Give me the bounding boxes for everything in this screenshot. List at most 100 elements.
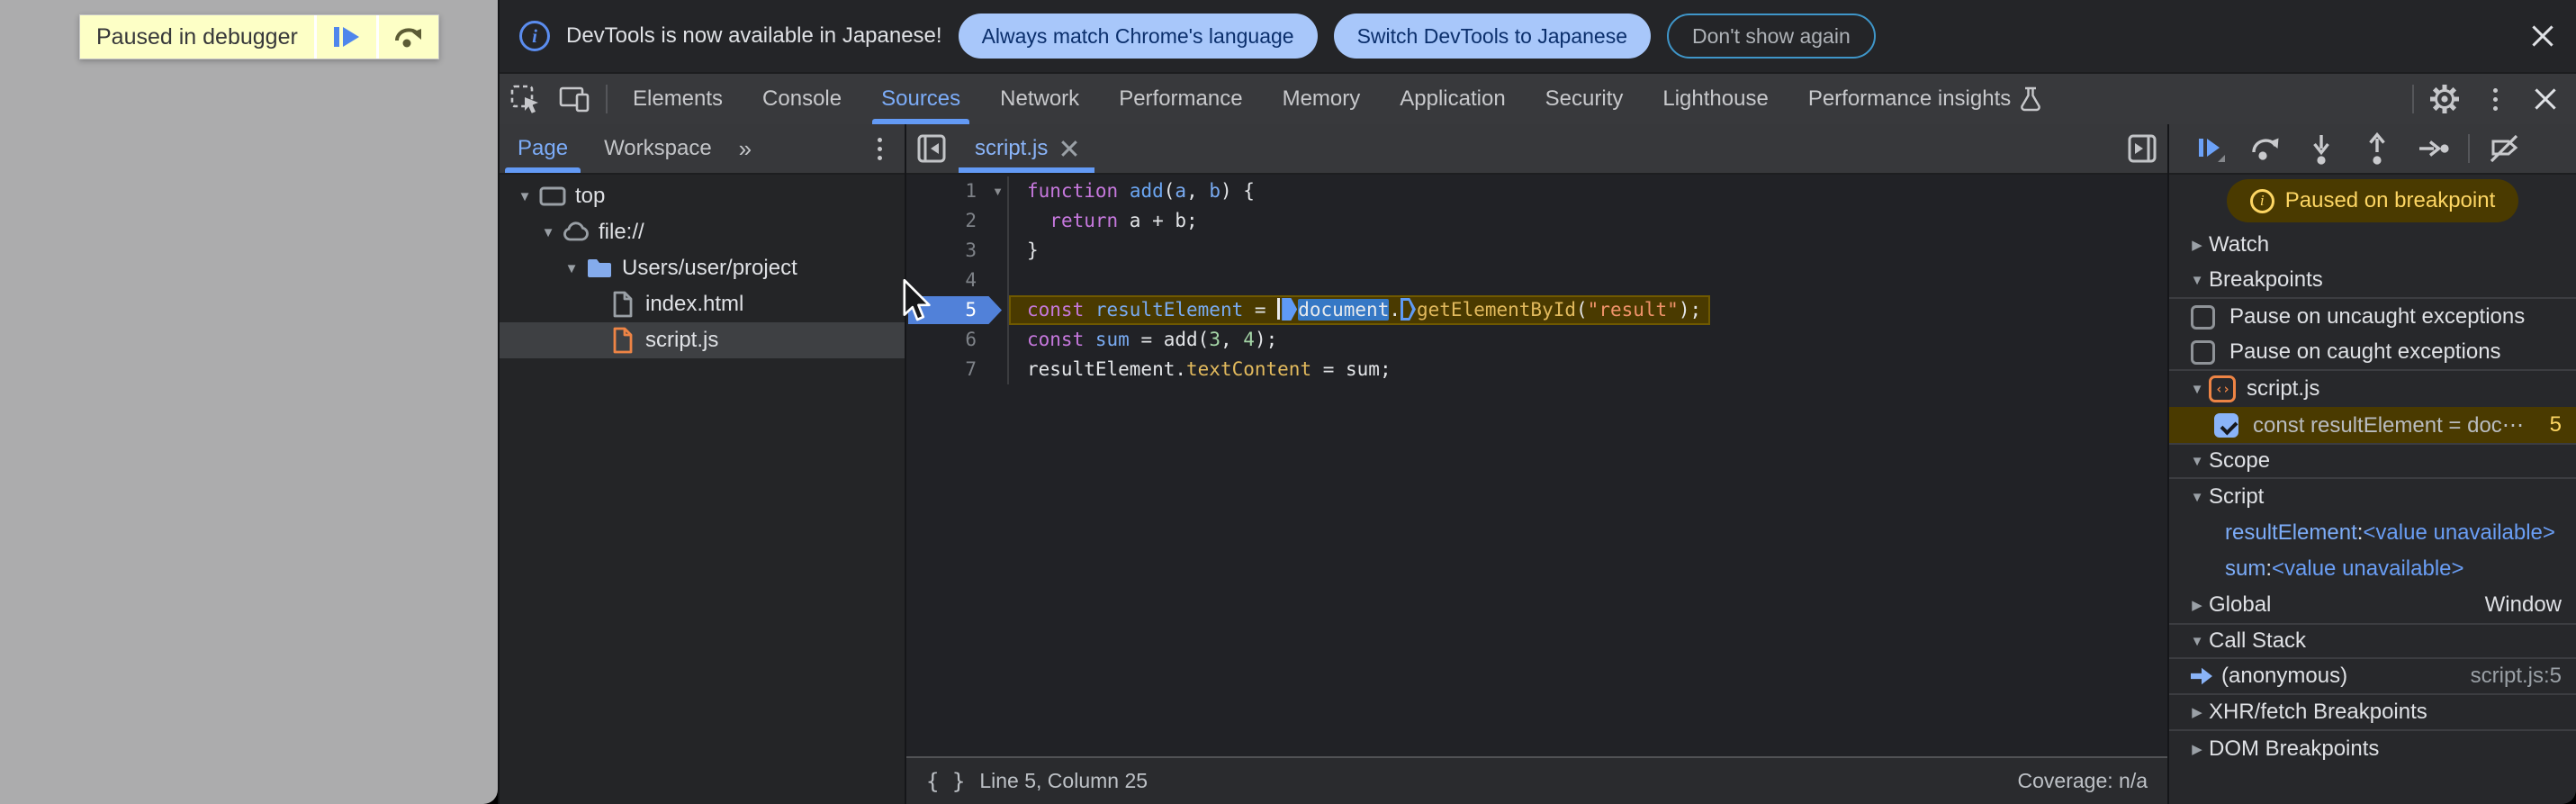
code-line-6: 6 const sum = add(3, 4); <box>906 325 2167 355</box>
code-line-4: 4 <box>906 266 2167 295</box>
pretty-print-icon[interactable]: { } <box>926 769 965 794</box>
gutter-line-4[interactable]: 4 <box>906 266 1009 295</box>
tree-item-top[interactable]: ▼ top <box>500 178 905 214</box>
gutter-line-1[interactable]: 1 ▼ <box>906 176 1009 206</box>
tab-network[interactable]: Network <box>980 74 1099 124</box>
tree-item-label: top <box>575 184 606 208</box>
group-script-js[interactable]: ▼ ‹› script.js <box>2169 371 2576 407</box>
collapse-arrow-icon[interactable]: ▼ <box>2185 454 2209 469</box>
scopevar-resultelement[interactable]: resultElement: <value unavailable> <box>2169 515 2576 551</box>
expand-arrow-icon[interactable]: ▼ <box>536 225 561 240</box>
section-call-stack[interactable]: ▼ Call Stack <box>2169 623 2576 659</box>
toggle-navigator-button[interactable] <box>906 124 957 173</box>
more-options-button[interactable] <box>2470 74 2520 124</box>
checkbox-pause-on-uncaught-exceptions[interactable]: Pause on uncaught exceptions <box>2169 299 2576 335</box>
step-into-button[interactable] <box>2295 124 2347 173</box>
editor-tab-label: script.js <box>975 136 1049 160</box>
expand-arrow-icon[interactable]: ▶ <box>2185 704 2209 720</box>
step-over-button[interactable] <box>2239 124 2292 173</box>
collapse-arrow-icon[interactable]: ▼ <box>2185 382 2209 397</box>
editor-tab-scriptjs[interactable]: script.js <box>957 124 1096 173</box>
line-number: 7 <box>965 358 977 380</box>
resume-script-button[interactable] <box>316 15 376 59</box>
tab-security[interactable]: Security <box>1526 74 1644 124</box>
collapse-arrow-icon[interactable]: ▼ <box>2185 273 2209 288</box>
navigator-more-options-button[interactable] <box>854 124 905 173</box>
tab-label: Performance <box>1119 86 1243 111</box>
tree-item-script-js[interactable]: script.js <box>500 322 905 358</box>
breakpoint-checkbox[interactable] <box>2214 412 2238 438</box>
gutter-line-7[interactable]: 7 <box>906 355 1009 384</box>
always-match-language-button[interactable]: Always match Chrome's language <box>958 14 1318 59</box>
script-file-icon: ‹› <box>2209 375 2236 402</box>
gutter-line-5[interactable]: 5 <box>906 295 1009 325</box>
editor-strip-spacer <box>1096 124 2117 173</box>
resume-button[interactable] <box>2184 124 2236 173</box>
tab-console[interactable]: Console <box>743 74 861 124</box>
tab-label: Sources <box>881 86 961 111</box>
code-fold-arrow-icon[interactable]: ▼ <box>992 176 1004 206</box>
expand-arrow-icon[interactable]: ▶ <box>2185 237 2209 253</box>
expand-arrow-icon[interactable]: ▼ <box>512 189 537 204</box>
tab-application[interactable]: Application <box>1380 74 1525 124</box>
section-scope[interactable]: ▼ Scope <box>2169 443 2576 479</box>
scopevar-sum[interactable]: sum: <value unavailable> <box>2169 551 2576 587</box>
expand-arrow-icon[interactable]: ▶ <box>2185 597 2209 613</box>
gutter-line-2[interactable]: 2 <box>906 206 1009 236</box>
collapse-arrow-icon[interactable]: ▼ <box>2185 490 2209 505</box>
inline-breakpoint-marker-hollow[interactable] <box>1401 298 1416 321</box>
more-tabs-chevron-icon[interactable]: » <box>730 124 757 173</box>
navigator-tab-page[interactable]: Page <box>500 124 586 173</box>
checkbox-pause-on-caught-exceptions[interactable]: Pause on caught exceptions <box>2169 335 2576 371</box>
gutter-line-3[interactable]: 3 <box>906 236 1009 266</box>
close-devtools-button[interactable] <box>2520 74 2571 124</box>
code-line-1: 1 ▼ function add(a, b) { <box>906 176 2167 206</box>
step-over-banner-button[interactable] <box>378 15 438 59</box>
code-line-7: 7 resultElement.textContent = sum; <box>906 355 2167 384</box>
expand-arrow-icon[interactable]: ▼ <box>559 261 584 276</box>
expand-arrow-icon[interactable]: ▶ <box>2185 741 2209 757</box>
tab-elements[interactable]: Elements <box>613 74 743 124</box>
tab-memory[interactable]: Memory <box>1263 74 1381 124</box>
infobar-close-icon[interactable] <box>2529 23 2556 50</box>
checkbox-pause-on-caught-exceptions[interactable] <box>2191 339 2215 365</box>
tab-lighthouse[interactable]: Lighthouse <box>1643 74 1788 124</box>
toggle-debugger-sidebar-button[interactable] <box>2117 124 2167 173</box>
collapse-arrow-icon[interactable]: ▼ <box>2185 634 2209 649</box>
close-devtools-icon <box>2532 86 2559 113</box>
tree-item-users-user-project[interactable]: ▼ Users/user/project <box>500 250 905 286</box>
settings-button[interactable] <box>2419 74 2470 124</box>
checkbox-pause-on-uncaught-exceptions[interactable] <box>2191 304 2215 330</box>
code-line-text: const sum = add(3, 4); <box>1027 329 1278 350</box>
frame-location: script.js:5 <box>2470 664 2562 688</box>
deactivate-breakpoints-button[interactable] <box>2479 124 2531 173</box>
section-watch[interactable]: ▶ Watch <box>2169 227 2576 263</box>
step-button[interactable] <box>2407 124 2459 173</box>
step-out-button[interactable] <box>2351 124 2403 173</box>
gutter-line-6[interactable]: 6 <box>906 325 1009 355</box>
navigator-tabs: Page Workspace <box>500 124 730 173</box>
tree-item-file[interactable]: ▼ file:// <box>500 214 905 250</box>
frame-anonymous[interactable]: (anonymous) script.js:5 <box>2169 659 2576 695</box>
dont-show-again-button[interactable]: Don't show again <box>1667 14 1876 59</box>
section-breakpoints[interactable]: ▼ Breakpoints <box>2169 263 2576 299</box>
editor-tab-close-icon[interactable] <box>1060 140 1078 158</box>
navigator-tab-workspace[interactable]: Workspace <box>586 124 730 173</box>
tab-sources[interactable]: Sources <box>861 74 980 124</box>
code-editor[interactable]: 1 ▼ function add(a, b) {2 return a + b; 3} 4… <box>906 175 2167 756</box>
switch-to-japanese-button[interactable]: Switch DevTools to Japanese <box>1333 14 1652 59</box>
tree-item-index-html[interactable]: index.html <box>500 286 905 322</box>
section-dom-breakpoints[interactable]: ▶ DOM Breakpoints <box>2169 731 2576 767</box>
device-toolbar-button[interactable] <box>550 74 600 124</box>
tab-performance-insights[interactable]: Performance insights <box>1788 74 2061 124</box>
kv-global[interactable]: ▶ Global Window <box>2169 587 2576 623</box>
section-xhr-fetch-breakpoints[interactable]: ▶ XHR/fetch Breakpoints <box>2169 695 2576 731</box>
inline-breakpoint-marker-filled[interactable] <box>1282 298 1298 321</box>
navigator-tabstrip: Page Workspace » <box>500 124 905 175</box>
code-line-text: const resultElement = document. getElemen… <box>1009 295 1711 325</box>
inspect-element-button[interactable] <box>500 74 550 124</box>
debugger-content: i Paused on breakpoint ▶ Watch ▼ Breakpoint… <box>2169 175 2576 804</box>
scopegroup-script[interactable]: ▼ Script <box>2169 479 2576 515</box>
bp-const-resultelement-doc[interactable]: const resultElement = doc⋯ 5 <box>2169 407 2576 443</box>
tab-performance[interactable]: Performance <box>1099 74 1262 124</box>
